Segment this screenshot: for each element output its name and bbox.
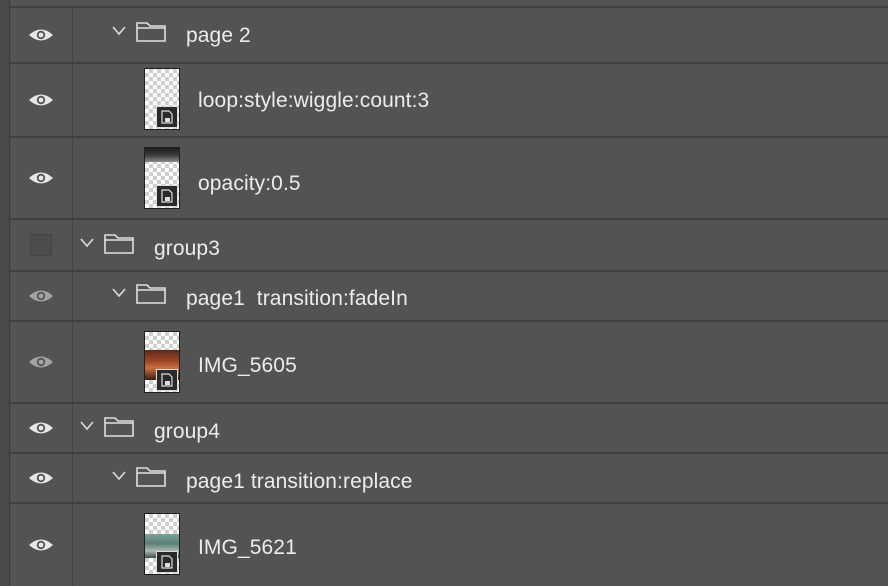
empty-visibility-box[interactable] — [30, 234, 52, 256]
layer-row-group3[interactable]: group3 — [10, 220, 888, 272]
layer-row-page1-replace[interactable]: page1 transition:replace — [10, 454, 888, 504]
layer-thumbnail — [144, 147, 180, 209]
folder-icon — [104, 417, 134, 437]
layer-row-group4[interactable]: group4 — [10, 404, 888, 454]
smart-object-badge-icon — [156, 551, 178, 573]
folder-icon — [104, 234, 134, 254]
folder-icon — [136, 284, 166, 304]
visibility-toggle[interactable] — [10, 404, 73, 452]
layer-name: opacity:0.5 — [198, 172, 301, 195]
layer-row-img-5605[interactable]: IMG_5605 — [10, 322, 888, 404]
eye-icon[interactable] — [28, 289, 54, 303]
layer-thumbnail — [144, 68, 180, 130]
chevron-down-icon[interactable] — [80, 238, 94, 248]
chevron-down-icon[interactable] — [112, 288, 126, 298]
layer-name: loop:style:wiggle:count:3 — [198, 89, 430, 112]
thumbnail-image — [145, 148, 179, 162]
visibility-toggle[interactable] — [10, 220, 73, 270]
visibility-toggle[interactable] — [10, 272, 73, 320]
eye-icon[interactable] — [28, 93, 54, 107]
eye-icon[interactable] — [28, 421, 54, 435]
eye-icon[interactable] — [28, 538, 54, 552]
layer-name: group4 — [154, 420, 220, 443]
layer-name: page1 transition:replace — [186, 470, 413, 493]
folder-icon — [136, 22, 166, 42]
top-divider-strip — [10, 0, 888, 8]
panel-left-edge — [0, 0, 10, 586]
smart-object-badge-icon — [156, 106, 178, 128]
layer-name: page1 transition:fadeIn — [186, 287, 408, 310]
layer-thumbnail — [144, 513, 180, 575]
eye-icon[interactable] — [28, 28, 54, 42]
visibility-toggle[interactable] — [10, 322, 73, 402]
layer-row-img-5621[interactable]: IMG_5621 — [10, 504, 888, 586]
layer-name: IMG_5621 — [198, 536, 297, 559]
layer-name: page 2 — [186, 24, 251, 47]
layer-row-opacity[interactable]: opacity:0.5 — [10, 138, 888, 220]
eye-icon[interactable] — [28, 171, 54, 185]
visibility-toggle[interactable] — [10, 504, 73, 586]
visibility-toggle[interactable] — [10, 8, 73, 62]
layer-row-loop-style[interactable]: loop:style:wiggle:count:3 — [10, 64, 888, 138]
layers-panel: page 2 loop:style:wiggle:count:3 opacity… — [0, 0, 888, 586]
visibility-toggle[interactable] — [10, 454, 73, 502]
layer-name: IMG_5605 — [198, 354, 297, 377]
layer-name: group3 — [154, 237, 220, 260]
layer-row-page1-fadein[interactable]: page1 transition:fadeIn — [10, 272, 888, 322]
folder-icon — [136, 467, 166, 487]
layer-thumbnail — [144, 331, 180, 393]
visibility-toggle[interactable] — [10, 138, 73, 218]
chevron-down-icon[interactable] — [112, 26, 126, 36]
layer-row-page-2[interactable]: page 2 — [10, 8, 888, 64]
visibility-toggle[interactable] — [10, 64, 73, 136]
eye-icon[interactable] — [28, 471, 54, 485]
chevron-down-icon[interactable] — [80, 421, 94, 431]
smart-object-badge-icon — [156, 185, 178, 207]
smart-object-badge-icon — [156, 369, 178, 391]
chevron-down-icon[interactable] — [112, 471, 126, 481]
eye-icon[interactable] — [28, 355, 54, 369]
